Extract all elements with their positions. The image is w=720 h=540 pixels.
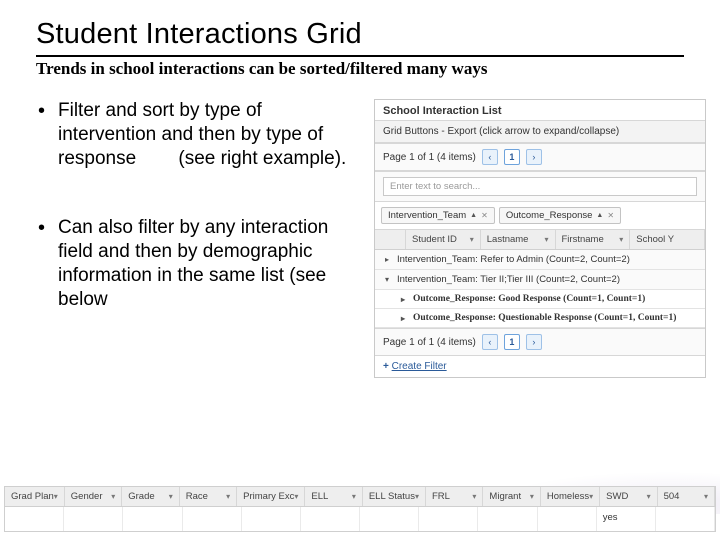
search-bar: Enter text to search... [375, 171, 705, 202]
column-header[interactable]: Firstname▾ [556, 230, 631, 249]
grid-buttons-label: Grid Buttons - Export (click arrow to ex… [383, 126, 619, 137]
strip-cell [538, 507, 597, 531]
group-label: Intervention_Team: Refer to Admin (Count… [397, 254, 630, 265]
strip-column-header[interactable]: Grad Plan▾ [5, 487, 65, 506]
group-row[interactable]: ▾ Intervention_Team: Tier II;Tier III (C… [375, 270, 705, 290]
groupby-chip-row: Intervention_Team ▲ ✕ Outcome_Response ▲… [375, 202, 705, 230]
filter-icon[interactable]: ▾ [647, 492, 651, 501]
strip-column-header[interactable]: Gender▾ [65, 487, 122, 506]
expand-icon[interactable]: ▸ [399, 295, 407, 304]
pager-next-icon[interactable]: › [526, 149, 542, 165]
strip-column-header[interactable]: Grade▾ [122, 487, 179, 506]
pager-top: Page 1 of 1 (4 items) ‹ 1 › [375, 143, 705, 171]
filter-icon[interactable]: ▾ [530, 492, 534, 501]
column-header[interactable]: Lastname▾ [481, 230, 556, 249]
filter-icon[interactable]: ▾ [472, 492, 476, 501]
column-header-expand [375, 230, 406, 249]
strip-column-header[interactable]: ELL Status▾ [363, 487, 426, 506]
filter-icon[interactable]: ▾ [415, 492, 419, 501]
strip-column-header[interactable]: 504▾ [658, 487, 715, 506]
strip-cell [64, 507, 123, 531]
subgroup-row[interactable]: ▸ Outcome_Response: Questionable Respons… [375, 309, 705, 328]
pager-text: Page 1 of 1 (4 items) [383, 152, 476, 163]
pager-text: Page 1 of 1 (4 items) [383, 337, 476, 348]
subgroup-row[interactable]: ▸ Outcome_Response: Good Response (Count… [375, 290, 705, 309]
strip-cell [123, 507, 182, 531]
bullet-list: Filter and sort by type of intervention … [36, 99, 356, 378]
filter-icon[interactable]: ▾ [294, 492, 298, 501]
groupby-chip[interactable]: Intervention_Team ▲ ✕ [381, 207, 495, 224]
strip-column-header[interactable]: Homeless▾ [541, 487, 600, 506]
pager-next-icon[interactable]: › [526, 334, 542, 350]
bullet-item: Filter and sort by type of intervention … [36, 99, 356, 170]
strip-column-header[interactable]: Migrant▾ [483, 487, 540, 506]
strip-column-header[interactable]: SWD▾ [600, 487, 657, 506]
strip-cell [183, 507, 242, 531]
chip-remove-icon[interactable]: ✕ [607, 211, 614, 220]
pager-page-number[interactable]: 1 [504, 334, 520, 350]
panel-title: School Interaction List [375, 100, 705, 120]
grid-screenshot: School Interaction List Grid Buttons - E… [374, 99, 706, 378]
strip-cell [419, 507, 478, 531]
search-input[interactable]: Enter text to search... [383, 177, 697, 196]
strip-column-header[interactable]: FRL▾ [426, 487, 483, 506]
column-header[interactable]: Student ID▾ [406, 230, 481, 249]
chip-label: Outcome_Response [506, 210, 593, 221]
pager-page-number[interactable]: 1 [504, 149, 520, 165]
filter-icon[interactable]: ▾ [226, 492, 230, 501]
filter-icon[interactable]: ▾ [470, 235, 474, 244]
bullet-item: Can also filter by any interaction field… [36, 216, 356, 311]
column-header-row: Student ID▾ Lastname▾ Firstname▾ School … [375, 230, 705, 250]
group-row[interactable]: ▸ Intervention_Team: Refer to Admin (Cou… [375, 250, 705, 270]
strip-column-header[interactable]: ELL▾ [305, 487, 362, 506]
filter-icon[interactable]: ▾ [352, 492, 356, 501]
chip-remove-icon[interactable]: ✕ [481, 211, 488, 220]
groupby-chip[interactable]: Outcome_Response ▲ ✕ [499, 207, 621, 224]
filter-icon[interactable]: ▾ [169, 492, 173, 501]
strip-cell [242, 507, 301, 531]
filter-icon[interactable]: ▾ [111, 492, 115, 501]
strip-cell [656, 507, 715, 531]
strip-cell [478, 507, 537, 531]
demographic-column-strip: Grad Plan▾Gender▾Grade▾Race▾Primary Exc▾… [4, 486, 716, 532]
pager-bottom: Page 1 of 1 (4 items) ‹ 1 › [375, 328, 705, 356]
create-filter-link[interactable]: Create Filter [392, 361, 447, 372]
filter-icon[interactable]: ▾ [619, 235, 623, 244]
subgroup-label: Outcome_Response: Good Response (Count=1… [413, 294, 645, 304]
sort-asc-icon: ▲ [596, 212, 603, 219]
collapse-icon[interactable]: ▾ [383, 275, 391, 284]
strip-cell [5, 507, 64, 531]
strip-column-header[interactable]: Primary Exc▾ [237, 487, 305, 506]
strip-column-header[interactable]: Race▾ [180, 487, 237, 506]
sort-asc-icon: ▲ [470, 212, 477, 219]
filter-icon[interactable]: ▾ [54, 492, 58, 501]
pager-prev-icon[interactable]: ‹ [482, 334, 498, 350]
strip-cell [301, 507, 360, 531]
column-header[interactable]: School Y [630, 230, 705, 249]
chip-label: Intervention_Team [388, 210, 466, 221]
create-filter-row: + Create Filter [375, 356, 705, 377]
group-label: Intervention_Team: Tier II;Tier III (Cou… [397, 274, 620, 285]
strip-cell [360, 507, 419, 531]
expand-icon[interactable]: ▸ [399, 314, 407, 323]
filter-icon[interactable]: ▾ [589, 492, 593, 501]
filter-icon[interactable]: ▾ [704, 492, 708, 501]
subgroup-label: Outcome_Response: Questionable Response … [413, 313, 676, 323]
slide-title: Student Interactions Grid [36, 18, 684, 51]
strip-cell: yes [597, 507, 656, 531]
title-underline [36, 55, 684, 57]
slide-subtitle: Trends in school interactions can be sor… [36, 59, 684, 79]
grid-buttons-bar[interactable]: Grid Buttons - Export (click arrow to ex… [375, 120, 705, 143]
pager-prev-icon[interactable]: ‹ [482, 149, 498, 165]
filter-icon[interactable]: ▾ [544, 235, 548, 244]
expand-icon[interactable]: ▸ [383, 255, 391, 264]
plus-icon: + [383, 361, 389, 372]
